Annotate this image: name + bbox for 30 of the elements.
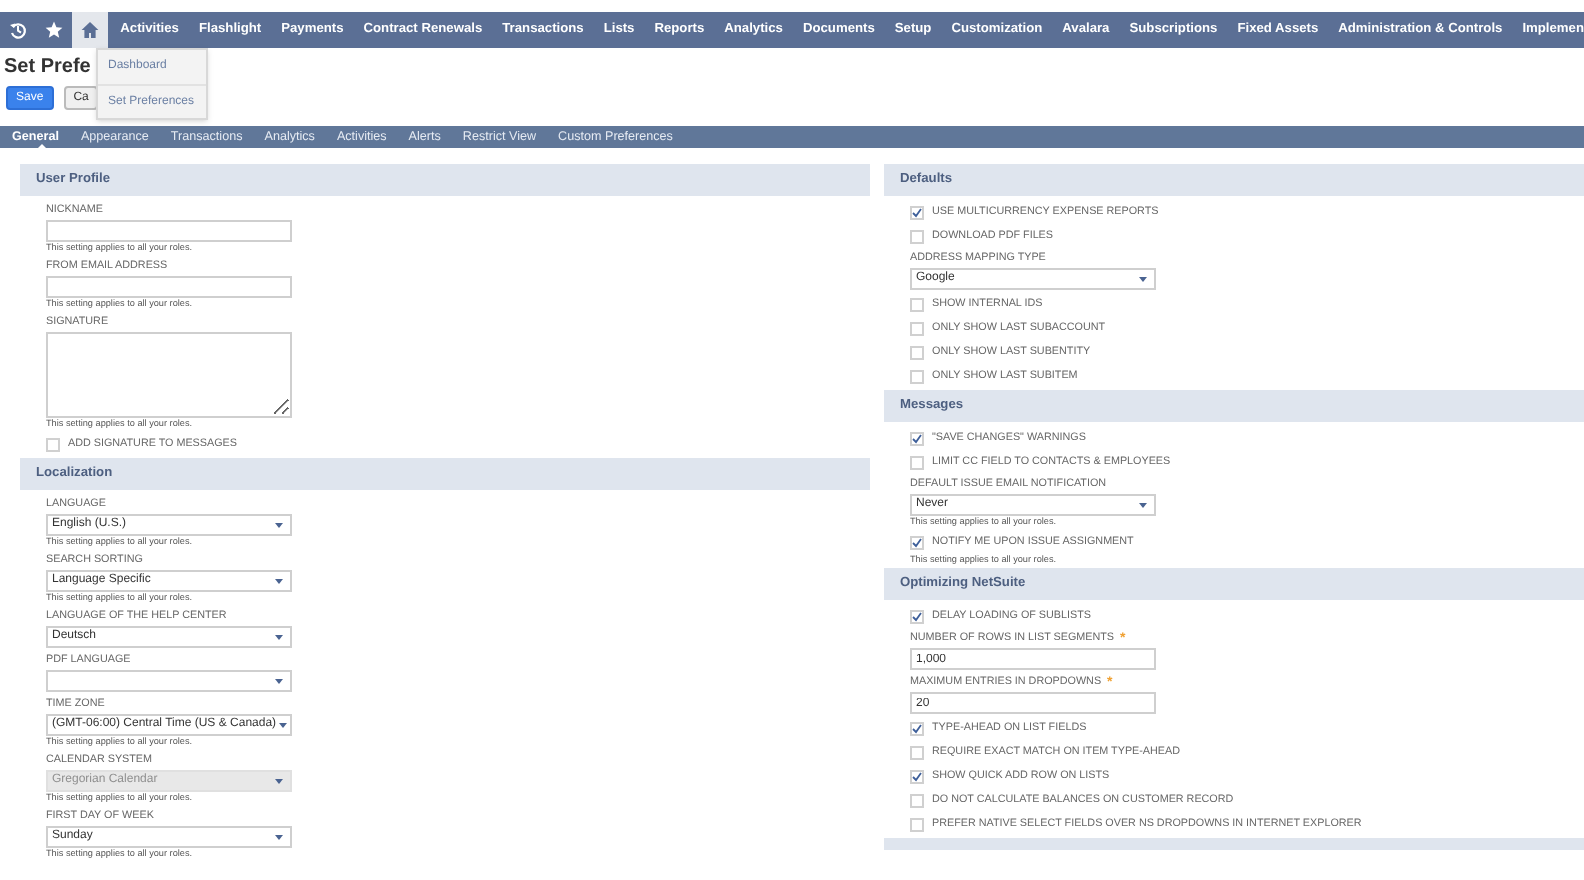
checkmark-icon (912, 205, 922, 219)
dropdown-caret-icon (272, 776, 286, 786)
checkbox[interactable] (910, 205, 924, 219)
checkmark-icon (912, 431, 922, 445)
page-title: Set Prefe (4, 54, 91, 80)
checkbox[interactable] (910, 535, 924, 549)
checkmark-icon (912, 769, 922, 783)
dropdown-caret-icon (272, 576, 286, 586)
checkbox[interactable] (910, 431, 924, 445)
dropdown-caret-icon (272, 632, 286, 642)
dropdown-caret-icon (272, 520, 286, 530)
checkbox[interactable] (910, 609, 924, 623)
dropdown-caret-icon (272, 676, 286, 686)
nav-icon-button[interactable] (72, 12, 109, 48)
checkmark-icon (912, 609, 922, 623)
checkbox[interactable] (910, 769, 924, 783)
checkbox[interactable] (910, 721, 924, 735)
star-icon (44, 20, 65, 40)
checkmark-icon (912, 721, 922, 735)
text-input-field[interactable] (46, 276, 292, 298)
dropdown-caret-icon (1136, 274, 1150, 284)
history-icon (8, 20, 29, 40)
dropdown-caret-icon (276, 720, 291, 730)
home-icon (80, 20, 101, 40)
dropdown-caret-icon (1136, 500, 1150, 510)
checkmark-icon (912, 535, 922, 549)
text-input-field[interactable] (46, 220, 292, 242)
dropdown-caret-icon (272, 832, 286, 842)
dropdown-field[interactable] (46, 670, 292, 692)
signature-textarea[interactable] (46, 332, 292, 418)
